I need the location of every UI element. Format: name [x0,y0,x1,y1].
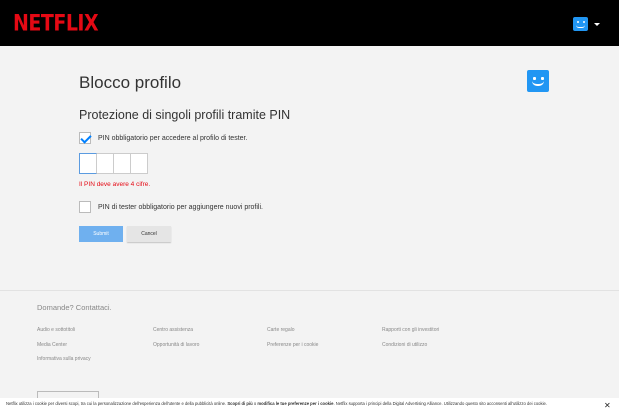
cookie-text-part: Netflix utilizza i cookie per diversi sc… [6,401,228,406]
footer-links: Audio e sottotitoli Centro assistenza Ca… [37,327,557,367]
pin-required-checkbox[interactable] [79,132,92,144]
pin-input-group [79,153,148,174]
profile-avatar-icon [527,70,549,92]
footer-link-jobs[interactable]: Opportunità di lavoro [153,342,199,348]
site-footer: Domande? Contattaci. Audio e sottotitoli… [0,291,619,400]
cookie-preferences-link[interactable]: modifica le tue preferenze per i cookie [257,401,333,406]
avatar-eye [541,77,544,80]
pin-digit-1[interactable] [79,153,97,174]
new-profile-pin-label: PIN di tester obbligatorio per aggiunger… [98,203,263,211]
footer-link-investor-relations[interactable]: Rapporti con gli investitori [382,327,439,333]
pin-digit-4[interactable] [131,153,148,174]
footer-link-gift-cards[interactable]: Carte regalo [267,327,295,333]
footer-link-help-center[interactable]: Centro assistenza [153,327,193,333]
avatar-smile [532,81,544,86]
footer-link-media-center[interactable]: Media Center [37,342,67,348]
avatar-eye [583,21,585,23]
cookie-banner-text: Netflix utilizza i cookie per diversi sc… [6,401,596,407]
new-profile-pin-checkbox[interactable] [79,201,91,213]
avatar-eye [533,77,536,80]
page-title: Blocco profilo [79,73,182,92]
form-actions: Submit Cancel [79,226,171,242]
profile-lock-page: Blocco profilo Protezione di singoli pro… [0,46,619,290]
submit-button[interactable]: Submit [79,226,123,242]
pin-error-message: Il PIN deve avere 4 cifre. [79,181,151,188]
pin-required-option[interactable]: PIN obbligatorio per accedere al profilo… [79,131,247,145]
section-title: Protezione di singoli profili tramite PI… [79,108,291,122]
caret-down-icon[interactable] [594,23,600,26]
cookie-banner: Netflix utilizza i cookie per diversi sc… [0,398,619,416]
cancel-button[interactable]: Cancel [127,226,171,242]
cookie-learn-more-link[interactable]: Scopri di più [227,401,252,406]
avatar-eye [577,21,579,23]
footer-link-audio-subtitles[interactable]: Audio e sottotitoli [37,327,75,333]
footer-link-terms-of-use[interactable]: Condizioni di utilizzo [382,342,427,348]
contact-link[interactable]: Domande? Contattaci. [37,303,112,312]
footer-link-cookie-preferences[interactable]: Preferenze per i cookie [267,342,318,348]
avatar-smile [576,25,585,28]
close-icon[interactable]: ✕ [604,401,611,411]
pin-digit-3[interactable] [114,153,131,174]
pin-required-label: PIN obbligatorio per accedere al profilo… [98,134,248,142]
profile-avatar-icon[interactable] [573,17,588,31]
footer-link-privacy[interactable]: Informativa sulla privacy [37,356,91,362]
netflix-logo[interactable]: NETFLIX [13,11,99,36]
top-header: NETFLIX [0,0,619,46]
checkmark-icon [80,132,92,144]
pin-digit-2[interactable] [97,153,114,174]
profile-menu-button[interactable] [573,17,603,31]
cookie-text-part: . Netflix supporta i principi della Digi… [333,401,548,406]
new-profile-pin-option[interactable]: PIN di tester obbligatorio per aggiunger… [79,200,263,214]
